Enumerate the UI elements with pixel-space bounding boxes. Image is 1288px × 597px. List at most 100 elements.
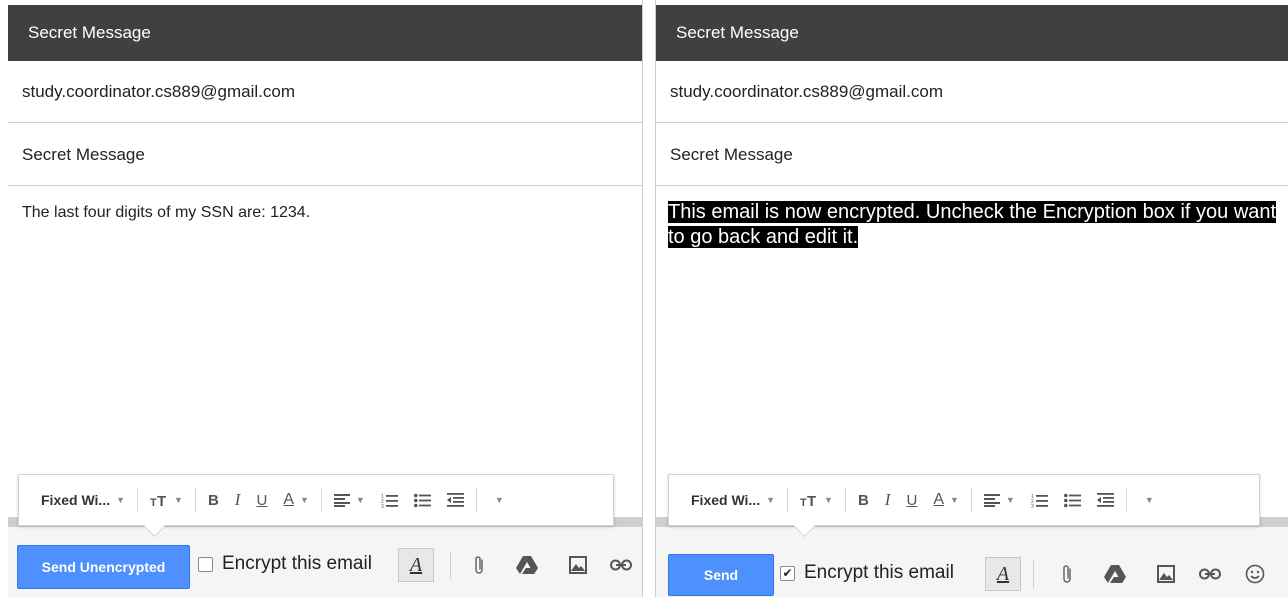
link-icon: [1199, 568, 1221, 580]
bottom-separator: [1033, 560, 1034, 588]
text-color-label: A: [933, 491, 944, 508]
indent-less-icon: [446, 492, 464, 507]
text-size-icon: TT: [150, 493, 166, 507]
compose-bottom-bar: Send ✔ Encrypt this email A: [656, 527, 1288, 597]
more-formatting-dropdown[interactable]: ▼: [481, 484, 512, 516]
chevron-down-icon: ▼: [174, 495, 183, 505]
compose-window-encrypted: Secret Message study.coordinator.cs889@g…: [655, 0, 1288, 597]
attach-file-button[interactable]: [1054, 561, 1080, 587]
text-size-icon: TT: [800, 493, 816, 507]
indent-less-button[interactable]: [1089, 484, 1122, 516]
encrypted-notice: This email is now encrypted. Uncheck the…: [668, 201, 1277, 248]
chevron-down-icon: ▼: [355, 495, 365, 505]
attach-file-button[interactable]: [466, 552, 492, 578]
chevron-down-icon: ▼: [766, 495, 776, 505]
compose-window-unencrypted: Secret Message study.coordinator.cs889@g…: [8, 0, 643, 597]
bulleted-list-icon: [413, 493, 431, 507]
font-family-dropdown[interactable]: Fixed Wi... ▼: [31, 484, 133, 516]
message-body[interactable]: The last four digits of my SSN are: 1234…: [22, 202, 636, 224]
emoji-icon: [1245, 564, 1265, 584]
font-family-dropdown[interactable]: Fixed Wi... ▼: [681, 484, 783, 516]
bold-button[interactable]: B: [200, 484, 227, 516]
chevron-down-icon: ▼: [949, 495, 959, 505]
chevron-down-icon: ▼: [1005, 495, 1015, 505]
bulleted-list-button[interactable]: [1056, 484, 1089, 516]
toolbar-separator: [194, 488, 196, 512]
compose-title-bar[interactable]: Secret Message: [8, 5, 642, 61]
chevron-down-icon: ▼: [299, 495, 309, 505]
indent-less-button[interactable]: [439, 484, 472, 516]
formatting-options-button[interactable]: A: [985, 557, 1021, 591]
toolbar-separator: [1125, 488, 1127, 512]
encrypt-checkbox[interactable]: [198, 556, 213, 572]
font-family-label: Fixed Wi...: [691, 492, 761, 508]
text-color-label: A: [283, 491, 294, 508]
insert-link-button[interactable]: [1197, 561, 1223, 587]
link-icon: [610, 559, 632, 571]
numbered-list-icon: 123: [381, 494, 398, 508]
numbered-list-button[interactable]: 123: [1023, 484, 1056, 516]
encrypt-checkbox[interactable]: ✔: [780, 565, 795, 581]
insert-emoji-button[interactable]: [1242, 561, 1268, 587]
bulleted-list-icon: [1063, 493, 1081, 507]
formatting-toolbar: Fixed Wi... ▼ TT ▼ B I U A ▼ ▼ 123 ▼: [18, 474, 614, 526]
subject-value: Secret Message: [670, 145, 793, 164]
svg-text:T: T: [157, 493, 166, 507]
underline-button[interactable]: U: [898, 484, 925, 516]
numbered-list-icon: 123: [1031, 494, 1048, 508]
paperclip-icon: [475, 556, 483, 574]
italic-button[interactable]: I: [227, 484, 249, 516]
chevron-down-icon: ▼: [494, 495, 504, 505]
insert-link-button[interactable]: [608, 552, 634, 578]
send-button[interactable]: Send: [668, 554, 774, 596]
drive-icon: [1104, 565, 1126, 583]
insert-photo-button[interactable]: [1153, 561, 1179, 587]
indent-less-icon: [1096, 492, 1114, 507]
paperclip-icon: [1063, 565, 1071, 583]
numbered-list-button[interactable]: 123: [373, 484, 406, 516]
align-dropdown[interactable]: ▼: [976, 484, 1023, 516]
encrypt-toggle[interactable]: ✔ Encrypt this email: [780, 562, 954, 584]
encrypted-message-body: This email is now encrypted. Uncheck the…: [668, 200, 1288, 250]
send-unencrypted-button[interactable]: Send Unencrypted: [17, 545, 190, 589]
font-size-dropdown[interactable]: TT ▼: [142, 484, 191, 516]
recipient-field[interactable]: study.coordinator.cs889@gmail.com: [8, 61, 642, 123]
align-dropdown[interactable]: ▼: [326, 484, 373, 516]
chevron-down-icon: ▼: [1144, 495, 1154, 505]
drive-icon: [516, 556, 538, 574]
bold-button[interactable]: B: [850, 484, 877, 516]
insert-drive-file-button[interactable]: [1102, 561, 1128, 587]
bottom-separator: [450, 551, 451, 579]
svg-text:T: T: [150, 497, 157, 507]
font-size-dropdown[interactable]: TT ▼: [792, 484, 841, 516]
toolbar-separator: [475, 488, 477, 512]
align-left-icon: [333, 494, 350, 507]
insert-drive-file-button[interactable]: [514, 552, 540, 578]
italic-button[interactable]: I: [877, 484, 899, 516]
svg-text:T: T: [800, 497, 807, 507]
compose-title-bar[interactable]: Secret Message: [656, 5, 1288, 61]
photo-icon: [1157, 565, 1175, 583]
toolbar-separator: [787, 488, 789, 512]
photo-icon: [569, 556, 587, 574]
insert-photo-button[interactable]: [565, 552, 591, 578]
svg-text:3: 3: [381, 504, 384, 508]
underline-button[interactable]: U: [248, 484, 275, 516]
toolbar-separator: [320, 488, 322, 512]
more-formatting-dropdown[interactable]: ▼: [1131, 484, 1162, 516]
text-color-dropdown[interactable]: A ▼: [275, 484, 317, 516]
encrypt-toggle[interactable]: Encrypt this email: [198, 553, 372, 575]
svg-text:3: 3: [1031, 504, 1034, 508]
toolbar-separator: [970, 488, 972, 512]
chevron-down-icon: ▼: [824, 495, 833, 505]
subject-field[interactable]: Secret Message: [8, 124, 642, 186]
compose-title: Secret Message: [28, 23, 151, 42]
toolbar-separator: [844, 488, 846, 512]
recipient-field[interactable]: study.coordinator.cs889@gmail.com: [656, 61, 1288, 123]
formatting-options-button[interactable]: A: [398, 548, 434, 582]
recipient-value: study.coordinator.cs889@gmail.com: [22, 82, 296, 101]
bulleted-list-button[interactable]: [406, 484, 439, 516]
text-color-dropdown[interactable]: A ▼: [925, 484, 967, 516]
subject-field[interactable]: Secret Message: [656, 124, 1288, 186]
chevron-down-icon: ▼: [116, 495, 126, 505]
